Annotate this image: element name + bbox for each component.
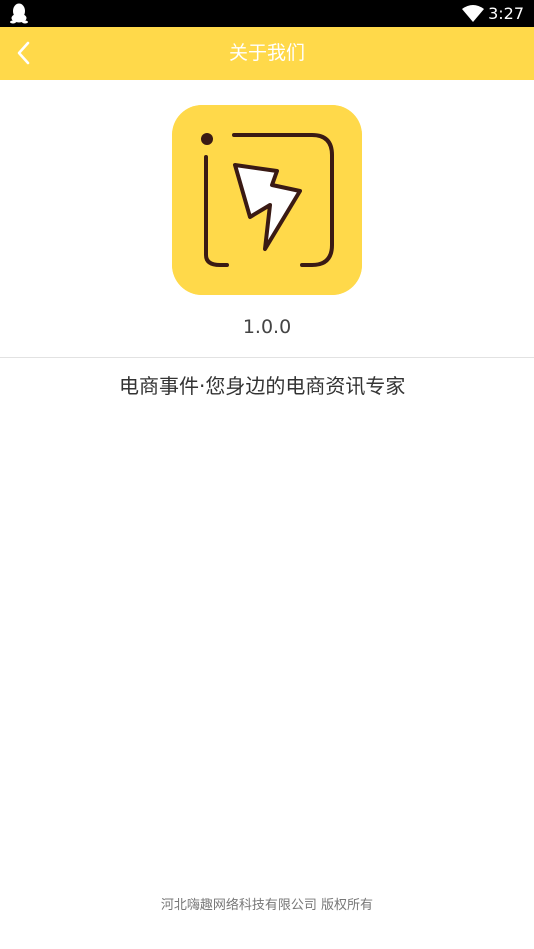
app-logo-lightning-icon: [172, 105, 362, 295]
status-time: 3:27: [488, 4, 524, 23]
page-title: 关于我们: [228, 42, 305, 64]
copyright-text: 河北嗨趣网络科技有限公司 版权所有: [160, 898, 374, 913]
qq-icon: [10, 3, 28, 24]
wifi-icon: [462, 5, 484, 22]
app-slogan: 电商事件·您身边的电商资讯专家: [119, 374, 406, 398]
divider: [0, 357, 534, 358]
app-version: 1.0.0: [242, 316, 292, 338]
app-bar: 关于我们: [0, 27, 534, 80]
status-bar: 3:27: [0, 0, 534, 27]
